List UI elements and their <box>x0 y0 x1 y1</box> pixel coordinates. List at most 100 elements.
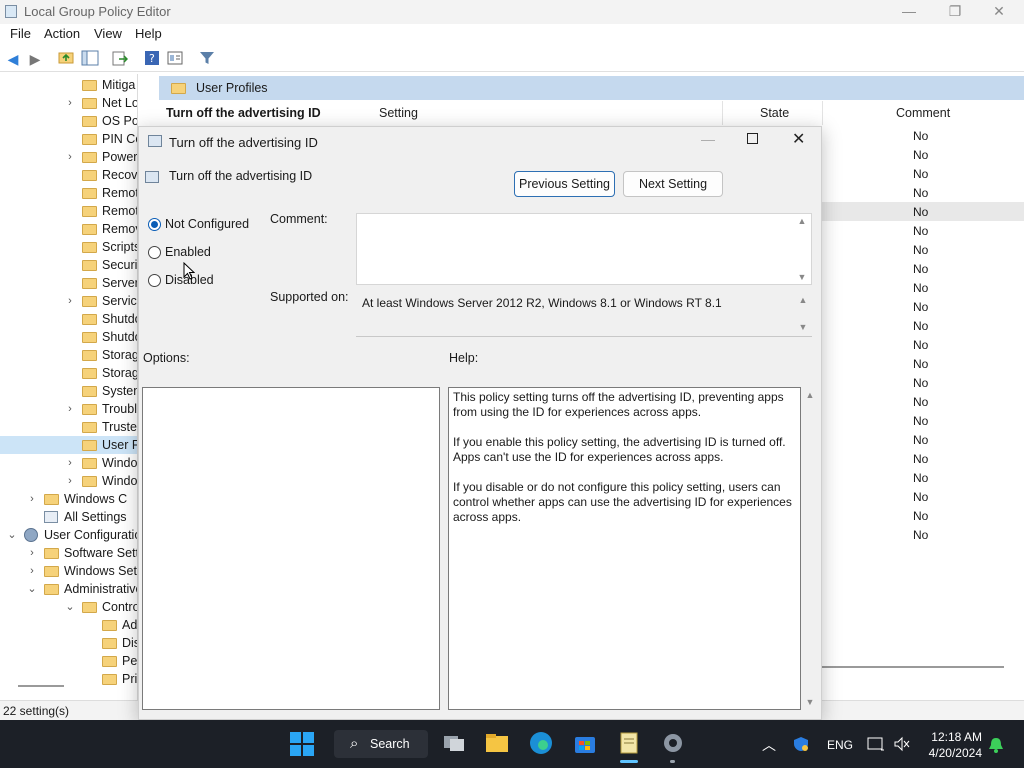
tree-item[interactable]: › Windows Sett <box>0 562 137 580</box>
radio-not-configured[interactable] <box>148 218 161 231</box>
close-button[interactable]: ✕ <box>976 0 1022 24</box>
chevron-right-icon[interactable]: › <box>64 148 76 166</box>
chevron-right-icon[interactable]: › <box>26 562 38 580</box>
tree-item[interactable]: ⌄ Administrative <box>0 580 137 598</box>
chevron-right-icon[interactable]: › <box>64 400 76 418</box>
chevron-down-icon[interactable]: ⌄ <box>26 580 38 598</box>
language-indicator[interactable]: ENG <box>827 738 853 752</box>
scroll-down-arrow[interactable]: ▼ <box>795 322 811 332</box>
folder-icon <box>82 386 97 397</box>
chevron-up-icon[interactable]: ︿ <box>762 735 776 755</box>
chevron-down-icon[interactable]: ⌄ <box>6 526 18 544</box>
store-icon[interactable] <box>572 730 598 756</box>
tree-item[interactable]: Storag <box>0 346 137 364</box>
tree-item[interactable]: Shutdo <box>0 310 137 328</box>
edge-browser-icon[interactable] <box>528 730 554 756</box>
menu-file[interactable]: File <box>10 26 31 41</box>
tree-item[interactable]: Add or <box>0 616 137 634</box>
scroll-up-arrow[interactable]: ▲ <box>795 295 811 305</box>
tree-item[interactable]: PIN Co <box>0 130 137 148</box>
chevron-right-icon[interactable]: › <box>26 490 38 508</box>
scroll-down-arrow[interactable]: ▼ <box>794 272 810 282</box>
volume-muted-icon[interactable] <box>893 736 911 755</box>
tree-item[interactable]: › Windo <box>0 472 137 490</box>
back-arrow-icon[interactable]: ◀ <box>4 50 22 68</box>
menu-help[interactable]: Help <box>135 26 162 41</box>
radio-not-configured-label[interactable]: Not Configured <box>165 217 249 231</box>
tree-item[interactable]: › Troubl <box>0 400 137 418</box>
scroll-up-arrow[interactable]: ▲ <box>794 216 810 226</box>
radio-enabled[interactable] <box>148 246 161 259</box>
tree-item[interactable]: › Software Setti <box>0 544 137 562</box>
tree-item[interactable]: Mitiga <box>0 76 137 94</box>
network-icon[interactable] <box>867 736 885 755</box>
chevron-down-icon[interactable]: ⌄ <box>64 598 76 616</box>
tree-item[interactable]: OS Pol <box>0 112 137 130</box>
chevron-right-icon[interactable]: › <box>64 94 76 112</box>
tree-item[interactable]: Remov <box>0 220 137 238</box>
previous-setting-button[interactable]: Previous Setting <box>514 171 615 197</box>
menu-action[interactable]: Action <box>44 26 80 41</box>
dialog-maximize-button[interactable] <box>747 133 758 144</box>
dialog-minimize-button[interactable]: — <box>701 131 717 147</box>
chevron-right-icon[interactable]: › <box>64 292 76 310</box>
show-hide-tree-icon[interactable] <box>81 50 99 68</box>
tree-item[interactable]: › Power <box>0 148 137 166</box>
tree-item[interactable]: Shutdo <box>0 328 137 346</box>
tree-horizontal-scrollbar[interactable] <box>18 685 64 687</box>
column-comment[interactable]: Comment <box>896 106 950 120</box>
tree-pane[interactable]: Mitiga › Net Lo OS Pol PIN Co › Power Recove Rem… <box>0 74 138 700</box>
taskbar-search-box[interactable]: ⌕ Search <box>334 730 428 758</box>
column-state[interactable]: State <box>760 106 789 120</box>
horizontal-scrollbar[interactable] <box>822 666 1004 668</box>
tree-item[interactable]: Trusted <box>0 418 137 436</box>
tree-item[interactable]: ⌄ Control Pa <box>0 598 137 616</box>
next-setting-button[interactable]: Next Setting <box>623 171 723 197</box>
tree-item[interactable]: Remot <box>0 202 137 220</box>
windows-start-icon[interactable] <box>290 732 316 758</box>
notification-bell-icon[interactable] <box>988 736 1004 757</box>
help-scroll-up-arrow[interactable]: ▲ <box>802 390 818 400</box>
chevron-right-icon[interactable]: › <box>64 454 76 472</box>
tree-item[interactable]: User Pr <box>0 436 137 454</box>
maximize-button[interactable]: ❐ <box>932 0 978 24</box>
tree-item[interactable]: Scripts <box>0 238 137 256</box>
tree-item[interactable]: Securit <box>0 256 137 274</box>
settings-gear-icon[interactable] <box>660 730 686 756</box>
tree-item[interactable]: › Service <box>0 292 137 310</box>
properties-icon[interactable] <box>166 50 184 68</box>
tree-item[interactable]: Storag <box>0 364 137 382</box>
tree-item[interactable]: › Net Lo <box>0 94 137 112</box>
forward-arrow-icon[interactable]: ▶ <box>26 50 44 68</box>
tree-item[interactable]: System <box>0 382 137 400</box>
comment-textarea[interactable]: ▲ ▼ <box>356 213 812 285</box>
tree-item[interactable]: Person <box>0 652 137 670</box>
security-shield-icon[interactable] <box>793 736 809 755</box>
clock-date[interactable]: 4/20/2024 <box>924 746 982 760</box>
file-explorer-icon[interactable] <box>484 730 510 756</box>
chevron-right-icon[interactable]: › <box>64 472 76 490</box>
chevron-right-icon[interactable]: › <box>26 544 38 562</box>
dialog-close-button[interactable]: ✕ <box>792 129 805 149</box>
menu-view[interactable]: View <box>94 26 122 41</box>
tree-item[interactable]: › Windows C <box>0 490 137 508</box>
task-view-icon[interactable] <box>441 730 467 756</box>
clock-time[interactable]: 12:18 AM <box>926 730 982 744</box>
help-icon[interactable]: ? <box>143 50 161 68</box>
filter-icon[interactable] <box>198 50 216 68</box>
tree-item[interactable]: Display <box>0 634 137 652</box>
tree-item[interactable]: › Windo <box>0 454 137 472</box>
export-list-icon[interactable] <box>111 50 129 68</box>
tree-item[interactable]: Remot <box>0 184 137 202</box>
group-policy-app-icon[interactable] <box>616 730 642 756</box>
tree-item[interactable]: ⌄ User Configuration <box>0 526 137 544</box>
help-scroll-down-arrow[interactable]: ▼ <box>802 697 818 707</box>
up-folder-icon[interactable] <box>57 50 75 68</box>
radio-enabled-label[interactable]: Enabled <box>165 245 211 259</box>
column-setting[interactable]: Setting <box>379 106 418 120</box>
minimize-button[interactable]: — <box>886 0 932 24</box>
tree-item[interactable]: Server <box>0 274 137 292</box>
tree-item[interactable]: All Settings <box>0 508 137 526</box>
radio-disabled[interactable] <box>148 274 161 287</box>
tree-item[interactable]: Recove <box>0 166 137 184</box>
